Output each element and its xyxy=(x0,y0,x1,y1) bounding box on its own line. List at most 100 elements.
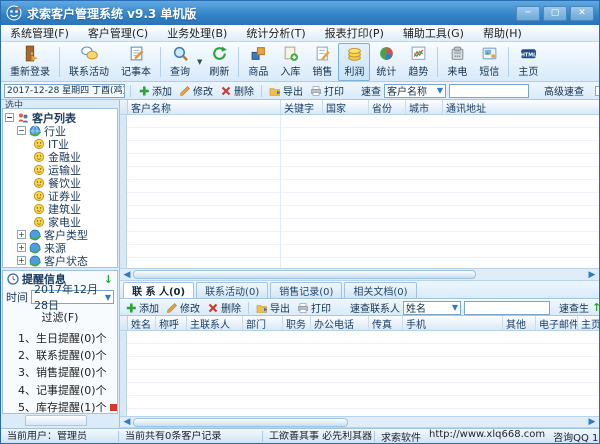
column-position[interactable]: 职务 xyxy=(283,316,311,330)
tree-item-catering[interactable]: 餐饮业 xyxy=(5,176,117,189)
contact-search-field-select[interactable]: 姓名 ▼ xyxy=(403,301,461,315)
menu-tools[interactable]: 辅助工具(G) xyxy=(403,25,464,41)
toolbar-button-homepage[interactable]: HTML 主页 xyxy=(512,43,544,81)
column-city[interactable]: 城市 xyxy=(406,100,443,114)
reminder-date-select[interactable]: 2017年12月28日 ▼ xyxy=(31,290,114,304)
date-display[interactable]: 2017-12-28 星期四 丁酉(鸡)年 xyxy=(4,84,125,98)
expand-icon[interactable]: + xyxy=(17,256,26,265)
menu-statistics[interactable]: 统计分析(T) xyxy=(246,25,305,41)
collapse-icon[interactable]: − xyxy=(5,113,14,122)
contact-edit-button[interactable]: 修改 xyxy=(164,300,202,315)
menu-help[interactable]: 帮助(H) xyxy=(483,25,522,41)
tree-item-source[interactable]: +来源 xyxy=(5,241,117,254)
include-checkbox[interactable] xyxy=(595,86,599,96)
column-address[interactable]: 通讯地址 xyxy=(443,100,599,114)
expand-icon[interactable]: + xyxy=(17,230,26,239)
customer-add-button[interactable]: 添加 xyxy=(136,83,174,98)
customer-table-body[interactable] xyxy=(120,115,599,268)
toolbar-button-sales[interactable]: 销售 xyxy=(306,43,338,81)
customer-delete-button[interactable]: 删除 xyxy=(218,83,256,98)
query-dropdown-arrow[interactable]: ▼ xyxy=(197,58,202,66)
contact-export-button[interactable]: 导出 xyxy=(254,300,292,315)
birthday-quick-search-link[interactable]: 速查生 xyxy=(559,300,589,315)
scroll-left-icon[interactable]: ◀ xyxy=(121,417,133,427)
column-country[interactable]: 国家 xyxy=(323,100,369,114)
customer-print-button[interactable]: 打印 xyxy=(308,83,346,98)
menu-customer[interactable]: 客户管理(C) xyxy=(88,25,148,41)
tree-item-securities[interactable]: 证券业 xyxy=(5,189,117,202)
reminder-item-birthday[interactable]: 1、生日提醒(0)个 xyxy=(3,327,117,344)
column-office-phone[interactable]: 办公电话 xyxy=(311,316,369,330)
collapse-up-icon[interactable]: ↑ xyxy=(592,301,599,314)
menu-business[interactable]: 业务处理(B) xyxy=(167,25,227,41)
toolbar-button-incoming-call[interactable]: 来电 xyxy=(441,43,473,81)
minimize-button[interactable]: ─ xyxy=(516,6,540,21)
tree-item-appliance[interactable]: 家电业 xyxy=(5,215,117,228)
scrollbar-thumb[interactable] xyxy=(133,418,348,427)
tree-item-transport[interactable]: 运输业 xyxy=(5,163,117,176)
toolbar-button-statistics[interactable]: 统计 xyxy=(370,43,402,81)
collapse-icon[interactable]: − xyxy=(17,126,26,135)
scroll-right-icon[interactable]: ▶ xyxy=(586,270,598,280)
contact-table-body[interactable] xyxy=(120,331,599,416)
contact-delete-button[interactable]: 删除 xyxy=(205,300,243,315)
quick-search-input[interactable] xyxy=(449,84,529,98)
toolbar-button-stock-in[interactable]: 入库 xyxy=(274,43,306,81)
contact-table-hscrollbar[interactable]: ◀ ▶ xyxy=(120,416,599,428)
tree-item-finance[interactable]: 金融业 xyxy=(5,150,117,163)
maximize-button[interactable]: ▢ xyxy=(543,6,567,21)
status-website-link[interactable]: http://www.xlq668.com xyxy=(429,429,545,444)
reminder-filter-button[interactable]: 过滤(F) xyxy=(3,307,117,327)
menu-report-print[interactable]: 报表打印(P) xyxy=(325,25,384,41)
reminder-item-stock[interactable]: 5、库存提醒(1)个 xyxy=(3,396,117,413)
toolbar-button-profit[interactable]: 利润 xyxy=(338,43,370,81)
tab-contact-activity[interactable]: 联系活动(0) xyxy=(196,282,268,298)
toolbar-button-refresh[interactable]: 刷新 xyxy=(203,43,235,81)
expand-icon[interactable]: + xyxy=(17,243,26,252)
column-homepage[interactable]: 主页 xyxy=(578,316,600,330)
tree-item-salesman[interactable]: +业务员 xyxy=(5,267,117,268)
column-other[interactable]: 其他 xyxy=(503,316,536,330)
toolbar-button-notebook[interactable]: 记事本 xyxy=(115,43,157,81)
customer-table-hscrollbar[interactable]: ◀ ▶ xyxy=(120,268,599,281)
column-salutation[interactable]: 称呼 xyxy=(156,316,187,330)
toolbar-button-goods[interactable]: 商品 xyxy=(242,43,274,81)
menu-system[interactable]: 系统管理(F) xyxy=(10,25,69,41)
quick-search-field-select[interactable]: 客户名称 ▼ xyxy=(384,84,446,98)
toolbar-button-query[interactable]: 查询 xyxy=(164,43,196,81)
collapse-down-icon[interactable]: ↓ xyxy=(104,273,113,286)
scroll-left-icon[interactable]: ◀ xyxy=(121,270,133,280)
column-department[interactable]: 部门 xyxy=(243,316,283,330)
customer-export-button[interactable]: 导出 xyxy=(267,83,305,98)
contact-add-button[interactable]: 添加 xyxy=(123,300,161,315)
tree-item-customer-status[interactable]: +客户状态 xyxy=(5,254,117,267)
column-name[interactable]: 姓名 xyxy=(128,316,156,330)
tab-contacts[interactable]: 联 系 人(0) xyxy=(123,282,194,298)
customer-edit-button[interactable]: 修改 xyxy=(177,83,215,98)
collapsed-panel-stub[interactable] xyxy=(3,415,117,427)
toolbar-button-contact-activity[interactable]: 联系活动 xyxy=(63,43,115,81)
column-province[interactable]: 省份 xyxy=(369,100,406,114)
reminder-item-sales[interactable]: 3、销售提醒(0)个 xyxy=(3,361,117,378)
tree-item-customer-type[interactable]: +客户类型 xyxy=(5,228,117,241)
tree-item-it[interactable]: IT业 xyxy=(5,137,117,150)
column-keyword[interactable]: 关键字 xyxy=(281,100,323,114)
tab-related-docs[interactable]: 相关文档(0) xyxy=(344,282,416,298)
column-email[interactable]: 电子邮件 xyxy=(536,316,578,330)
toolbar-button-trend[interactable]: 趋势 xyxy=(402,43,434,81)
advanced-search-link[interactable]: 高级速查 xyxy=(544,83,584,98)
tree-root-customer-list[interactable]: − 客户列表 xyxy=(5,111,117,124)
tab-sales-records[interactable]: 销售记录(0) xyxy=(270,282,342,298)
column-mobile[interactable]: 手机 xyxy=(403,316,503,330)
column-fax[interactable]: 传真 xyxy=(369,316,403,330)
reminder-item-note[interactable]: 4、记事提醒(0)个 xyxy=(3,379,117,396)
reminder-item-contact[interactable]: 2、联系提醒(0)个 xyxy=(3,344,117,361)
toolbar-button-sms[interactable]: 短信 xyxy=(473,43,505,81)
scroll-right-icon[interactable]: ▶ xyxy=(586,417,598,427)
contact-print-button[interactable]: 打印 xyxy=(295,300,333,315)
close-button[interactable]: ✕ xyxy=(570,6,594,21)
column-customer-name[interactable]: 客户名称 xyxy=(128,100,281,114)
toolbar-button-relogin[interactable]: 重新登录 xyxy=(4,43,56,81)
contact-search-input[interactable] xyxy=(464,301,550,315)
scrollbar-thumb[interactable] xyxy=(133,270,476,279)
